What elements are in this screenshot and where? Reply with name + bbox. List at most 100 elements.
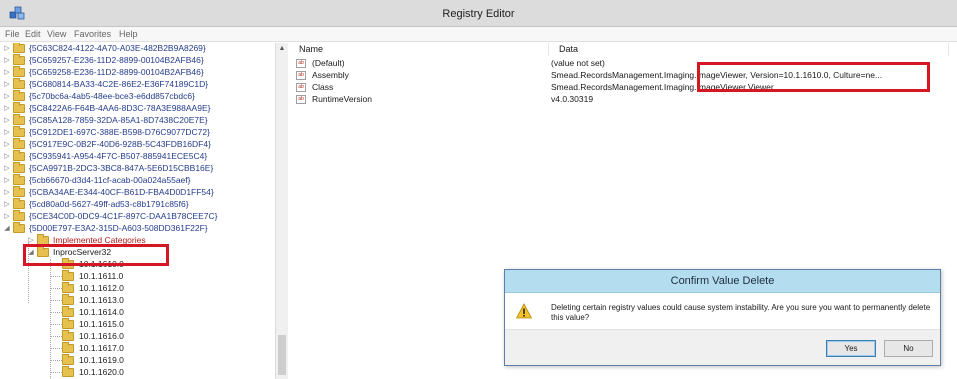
yes-button[interactable]: Yes [826, 340, 876, 357]
tree-connector-line [50, 276, 62, 277]
no-button[interactable]: No [884, 340, 933, 357]
folder-icon [13, 174, 25, 185]
value-row-runtimeversion[interactable]: ab RuntimeVersion v4.0.30319 [289, 94, 949, 105]
tree-key-label: {5C680814-BA33-4C2E-86E2-E36F74189C1D} [29, 79, 209, 89]
value-name: Class [312, 82, 334, 92]
folder-icon [13, 210, 25, 221]
tree-key[interactable]: ▷ {5C935941-A954-4F7C-B507-885941ECE5C4} [0, 150, 275, 162]
expand-arrow-icon[interactable]: ▷ [3, 103, 11, 114]
tree-connector-line [50, 348, 62, 349]
tree-key[interactable]: ▷ {5C8422A6-F64B-4AA6-8D3C-78A3E988AA9E} [0, 102, 275, 114]
expand-arrow-icon[interactable]: ▷ [3, 163, 11, 174]
tree-version-key[interactable]: 10.1.1617.0 [0, 342, 275, 354]
menu-bar: File Edit View Favorites Help [0, 27, 957, 42]
dialog-title: Confirm Value Delete [505, 270, 940, 293]
folder-icon [13, 162, 25, 173]
registry-key-tree[interactable]: ▷ {5C63C824-4122-4A70-A03E-482B2B9A8269}… [0, 43, 288, 379]
menu-help[interactable]: Help [119, 29, 138, 39]
expand-arrow-icon[interactable]: ▷ [3, 79, 11, 90]
tree-key[interactable]: ▷ {5C85A128-7859-32DA-85A1-8D7438C20E7E} [0, 114, 275, 126]
dialog-message: Deleting certain registry values could c… [551, 303, 931, 322]
tree-key[interactable]: ▷ {5CA9971B-2DC3-3BC8-847A-5E6D15CBB16E} [0, 162, 275, 174]
tree-connector-line [50, 324, 62, 325]
folder-icon [62, 330, 74, 341]
expand-arrow-icon[interactable]: ▷ [3, 175, 11, 186]
tree-connector-line [50, 336, 62, 337]
column-header-name[interactable]: Name [289, 43, 549, 56]
expand-arrow-icon[interactable]: ▷ [3, 199, 11, 210]
tree-key[interactable]: ▷ {5C680814-BA33-4C2E-86E2-E36F74189C1D} [0, 78, 275, 90]
tree-version-key[interactable]: 10.1.1616.0 [0, 330, 275, 342]
dialog-button-bar: Yes No [505, 329, 940, 365]
confirm-value-delete-dialog[interactable]: Confirm Value Delete Deleting certain re… [504, 269, 941, 366]
tree-key[interactable]: ▷ {5C912DE1-697C-388E-B598-D76C9077DC72} [0, 126, 275, 138]
folder-icon [62, 306, 74, 317]
folder-icon [13, 90, 25, 101]
expand-arrow-icon[interactable]: ▷ [3, 187, 11, 198]
menu-edit[interactable]: Edit [25, 29, 41, 39]
tree-version-key[interactable]: 10.1.1615.0 [0, 318, 275, 330]
tree-scrollbar[interactable]: ▲ [275, 43, 288, 379]
expand-arrow-icon[interactable]: ▷ [3, 151, 11, 162]
tree-key-label: 10.1.1616.0 [79, 331, 124, 341]
menu-view[interactable]: View [47, 29, 66, 39]
folder-icon [13, 126, 25, 137]
tree-connector-line [50, 372, 62, 373]
expand-arrow-icon[interactable]: ▷ [3, 115, 11, 126]
tree-key[interactable]: ▷ {5C659258-E236-11D2-8899-00104B2AFB46} [0, 66, 275, 78]
string-value-icon: ab [296, 95, 306, 104]
folder-icon [13, 198, 25, 209]
window-title: Registry Editor [442, 8, 515, 20]
menu-file[interactable]: File [5, 29, 20, 39]
tree-key-label: 10.1.1617.0 [79, 343, 124, 353]
folder-icon [13, 102, 25, 113]
tree-version-key[interactable]: 10.1.1619.0 [0, 354, 275, 366]
tree-key-label: {5C659258-E236-11D2-8899-00104B2AFB46} [29, 67, 204, 77]
expand-arrow-icon[interactable]: ▷ [3, 139, 11, 150]
tree-key[interactable]: ▷ {5CE34C0D-0DC9-4C1F-897C-DAA1B78CEE7C} [0, 210, 275, 222]
tree-key-label: 10.1.1619.0 [79, 355, 124, 365]
tree-connector-line [50, 312, 62, 313]
folder-icon [62, 354, 74, 365]
scroll-up-arrow-icon[interactable]: ▲ [276, 43, 288, 55]
tree-key[interactable]: ▷ {5C63C824-4122-4A70-A03E-482B2B9A8269} [0, 43, 275, 54]
expand-arrow-icon[interactable]: ▷ [3, 67, 11, 78]
tree-version-key[interactable]: 10.1.1613.0 [0, 294, 275, 306]
highlight-box-assembly-version [697, 62, 930, 92]
menu-favorites[interactable]: Favorites [74, 29, 111, 39]
tree-key-expanded[interactable]: ◢ {5D00E797-E3A2-315D-A603-508DD361F22F} [0, 222, 275, 234]
warning-icon [516, 303, 532, 319]
tree-version-key[interactable]: 10.1.1620.0 [0, 366, 275, 378]
column-header-data[interactable]: Data [549, 43, 949, 56]
expand-arrow-icon[interactable]: ▷ [3, 43, 11, 54]
folder-icon [62, 342, 74, 353]
tree-key-label: {5D00E797-E3A2-315D-A603-508DD361F22F} [29, 223, 208, 233]
scrollbar-thumb[interactable] [278, 335, 286, 375]
collapse-arrow-icon[interactable]: ◢ [3, 223, 11, 234]
expand-arrow-icon[interactable]: ▷ [3, 127, 11, 138]
expand-arrow-icon[interactable]: ▷ [3, 211, 11, 222]
title-bar[interactable]: Registry Editor [0, 0, 957, 27]
value-name: (Default) [312, 58, 345, 68]
tree-version-key[interactable]: 10.1.1611.0 [0, 270, 275, 282]
tree-key[interactable]: ▷ {5C659257-E236-11D2-8899-00104B2AFB46} [0, 54, 275, 66]
tree-key-label: 10.1.1613.0 [79, 295, 124, 305]
tree-key[interactable]: ▷ {5cb66670-d3d4-11cf-acab-00a024a55aef} [0, 174, 275, 186]
tree-key[interactable]: ▷ {5CBA34AE-E344-40CF-B61D-FBA4D0D1FF54} [0, 186, 275, 198]
expand-arrow-icon[interactable]: ▷ [3, 55, 11, 66]
tree-key[interactable]: ▷ {5c70bc6a-4ab5-48ee-bce3-e6dd857cbdc6} [0, 90, 275, 102]
value-data: v4.0.30319 [551, 94, 594, 104]
tree-version-key[interactable]: 10.1.1612.0 [0, 282, 275, 294]
expand-arrow-icon[interactable]: ▷ [3, 91, 11, 102]
tree-key[interactable]: ▷ {5cd80a0d-5627-49ff-ad53-c8b1791c85f6} [0, 198, 275, 210]
tree-key-label: 10.1.1611.0 [79, 271, 124, 281]
folder-icon [13, 186, 25, 197]
folder-icon [62, 282, 74, 293]
value-name: Assembly [312, 70, 349, 80]
tree-key-label: 10.1.1612.0 [79, 283, 124, 293]
tree-key-label: {5C935941-A954-4F7C-B507-885941ECE5C4} [29, 151, 208, 161]
tree-key[interactable]: ▷ {5C917E9C-0B2F-40D6-928B-5C43FDB16DF4} [0, 138, 275, 150]
tree-version-key[interactable]: 10.1.1614.0 [0, 306, 275, 318]
tree-key-label: {5C85A128-7859-32DA-85A1-8D7438C20E7E} [29, 115, 208, 125]
folder-icon [13, 78, 25, 89]
